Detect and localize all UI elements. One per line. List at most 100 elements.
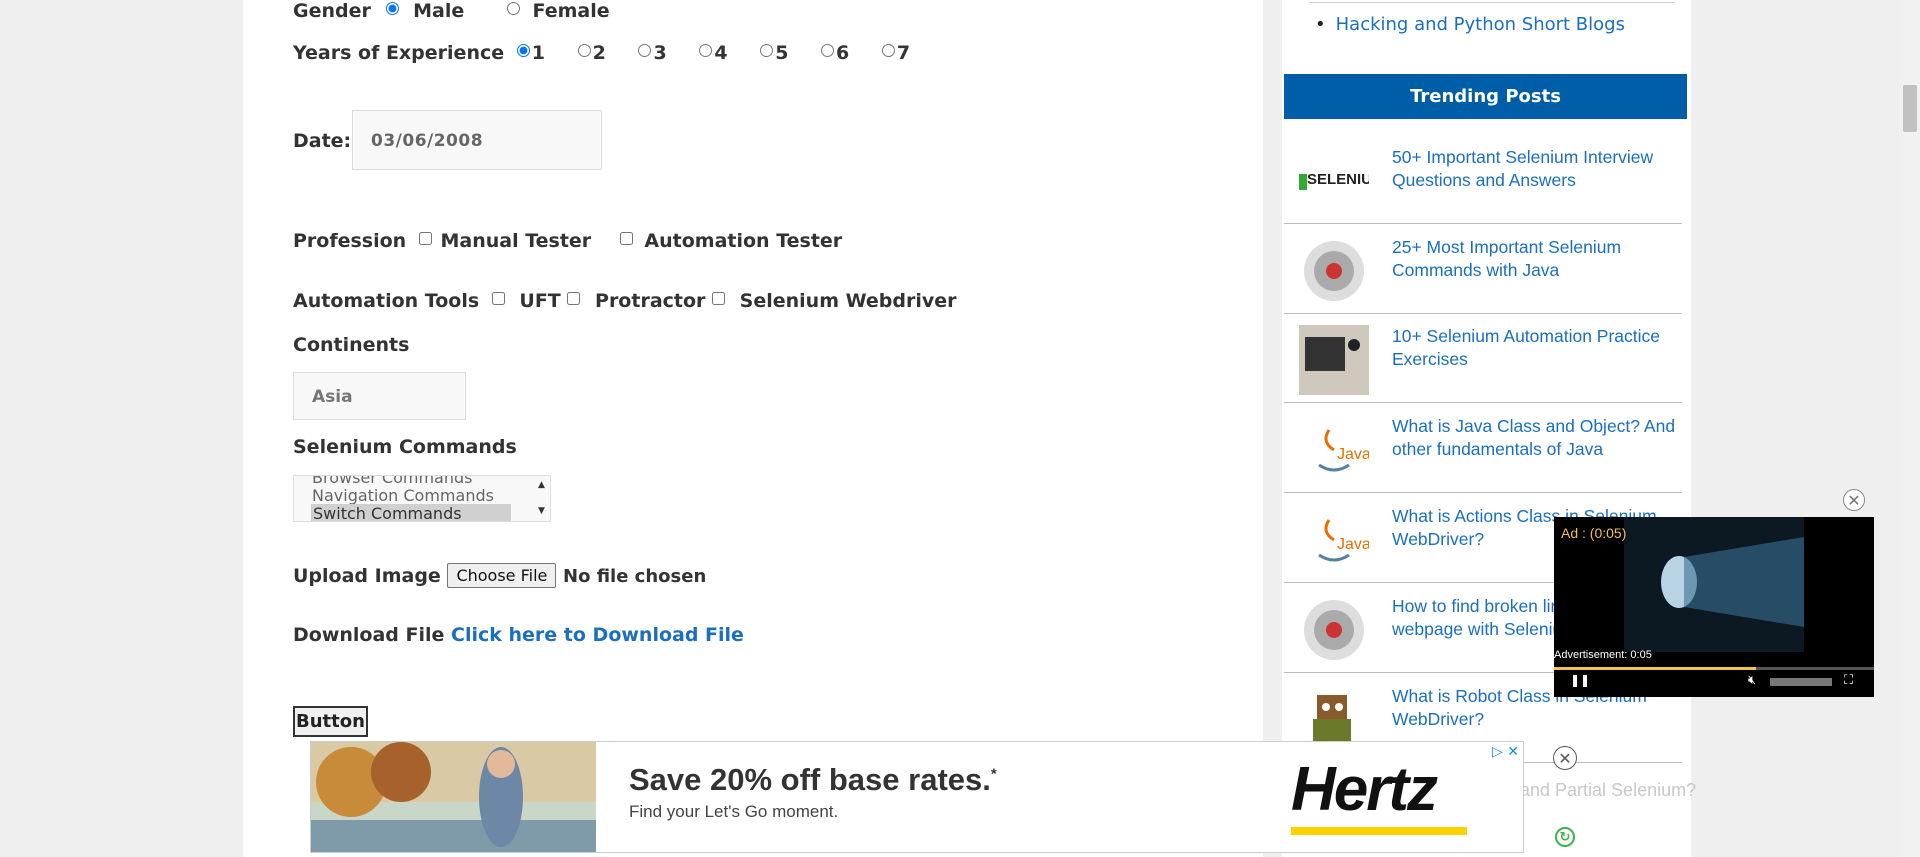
java-thumb[interactable]: Java [1299,415,1371,485]
listbox-option-selected[interactable]: Switch Commands [311,504,511,521]
selenium-commands-label: Selenium Commands [293,436,517,458]
svg-text:SELENIU: SELENIU [1307,171,1369,188]
hertz-logo-bar [1291,827,1467,835]
selenium-logo-thumb[interactable]: SELENIU [1299,146,1372,216]
uft-checkbox[interactable] [491,292,505,305]
selenium-webdriver-label: Selenium Webdriver [739,290,957,312]
video-progress-fill [1554,667,1756,670]
volume-slider[interactable] [1770,678,1832,686]
scroll-down-arrow-icon[interactable]: ▼ [538,506,545,516]
page-scrollbar[interactable] [1900,0,1920,857]
form-button[interactable]: Button [293,706,368,737]
automation-tools-label: Automation Tools [293,290,480,312]
manual-tester-label: Manual Tester [440,230,592,252]
gender-female-radio[interactable] [506,2,520,15]
experience-option-7: 7 [896,42,911,64]
protractor-checkbox[interactable] [567,292,581,305]
experience-radio-6[interactable] [821,44,835,57]
video-progress-bar[interactable] [1554,667,1874,670]
automation-tools-row: Automation Tools UFT Protractor Selenium… [293,290,957,312]
experience-option-5: 5 [775,42,789,64]
file-status: No file chosen [563,566,707,587]
pause-icon[interactable]: ❚❚ [1570,673,1590,687]
sidebar-top-link-item: • Hacking and Python Short Blogs [1315,14,1625,35]
fullscreen-icon[interactable]: ⛶ [1844,673,1853,688]
ad-headline-asterisk: * [990,765,997,783]
date-label: Date: [293,130,352,152]
upload-label: Upload Image [293,565,441,587]
uft-label: UFT [519,290,561,312]
experience-radio-5[interactable] [760,44,774,57]
upload-row: Upload Image Choose File No file chosen [293,563,706,588]
gender-female-label: Female [532,0,610,22]
download-row: Download File Click here to Download Fil… [293,624,744,646]
svg-text:Java: Java [1337,446,1369,463]
continents-select[interactable]: Asia [293,372,466,420]
video-ad[interactable]: Ad : (0:05) Advertisement: 0:05 ❚❚ 🔇︎ ⛶ [1554,517,1874,697]
sidebar-divider [1310,2,1674,3]
profession-row: Profession Manual Tester Automation Test… [293,230,842,252]
hertz-logo: Hertz [1291,755,1438,824]
experience-option-6: 6 [836,42,850,64]
video-ad-close-icon[interactable]: ✕ [1843,489,1865,511]
mute-icon[interactable]: 🔇︎ [1748,673,1756,688]
experience-row: Years of Experience 1 2 3 4 5 6 7 [293,42,910,64]
continents-label: Continents [293,334,410,356]
ad-photo [311,742,596,852]
trending-post-title[interactable]: What is Java Class and Object? And other… [1392,415,1684,461]
trending-post[interactable]: 25+ Most Important Selenium Commands wit… [1284,224,1682,314]
ghost-post-text: and Partial Selenium? [1520,780,1697,800]
adchoices-icon[interactable]: ▷ ✕ [1492,744,1519,760]
choose-file-button[interactable]: Choose File [447,563,557,588]
trending-post-title[interactable]: 25+ Most Important Selenium Commands wit… [1392,236,1684,282]
video-frame [1624,517,1804,652]
gender-label: Gender [293,0,371,22]
ad-headline: Save 20% off base rates.* [629,762,997,798]
gear-thumb[interactable] [1299,595,1369,665]
automation-tester-label: Automation Tester [644,230,843,252]
experience-radio-2[interactable] [577,44,591,57]
gender-male-radio[interactable] [385,2,399,15]
experience-option-1: 1 [531,42,545,64]
trending-post-title[interactable]: 10+ Selenium Automation Practice Exercis… [1392,325,1684,371]
trending-post[interactable]: 10+ Selenium Automation Practice Exercis… [1284,313,1682,403]
bottom-ad-close-icon[interactable]: ✕ [1553,746,1577,770]
sidebar-top-link[interactable]: Hacking and Python Short Blogs [1336,14,1625,35]
selenium-commands-listbox[interactable]: Browser Commands Navigation Commands Swi… [293,475,551,522]
selenium-webdriver-checkbox[interactable] [712,292,726,305]
download-label: Download File [293,624,445,646]
manual-tester-checkbox[interactable] [418,232,432,245]
trending-post[interactable]: SELENIU 50+ Important Selenium Interview … [1284,134,1682,224]
listbox-option[interactable]: Navigation Commands [312,486,494,505]
hertz-banner-ad[interactable]: Save 20% off base rates.* Find your Let'… [310,741,1524,853]
experience-label: Years of Experience [293,42,505,64]
trending-posts-header: Trending Posts [1284,74,1687,119]
gender-row: Gender Male Female [293,0,610,22]
trending-post-title[interactable]: 50+ Important Selenium Interview Questio… [1392,146,1684,192]
gear-thumb[interactable] [1299,236,1369,306]
scroll-up-arrow-icon[interactable]: ▲ [538,480,545,490]
ad-headline-text: Save 20% off base rates. [629,762,991,797]
experience-option-3: 3 [653,42,667,64]
experience-radio-3[interactable] [638,44,652,57]
experience-radio-1[interactable] [516,44,530,57]
video-ad-countdown: Advertisement: 0:05 [1554,649,1652,661]
selenium-java-thumb[interactable]: Java [1299,505,1371,575]
experience-radio-7[interactable] [881,44,895,57]
profession-label: Profession [293,230,407,252]
experience-radio-4[interactable] [699,44,713,57]
trending-post[interactable]: Java What is Java Class and Object? And o… [1284,403,1682,493]
svg-text:Java: Java [1337,536,1369,553]
video-ad-label: Ad : (0:05) [1561,525,1627,541]
automation-tester-checkbox[interactable] [619,232,633,245]
green-check-icon[interactable]: ↻ [1555,827,1575,847]
scrollbar-thumb[interactable] [1903,85,1917,132]
laptop-thumb[interactable] [1299,325,1369,395]
download-link[interactable]: Click here to Download File [451,624,744,646]
experience-option-2: 2 [592,42,606,64]
protractor-label: Protractor [595,290,706,312]
experience-option-4: 4 [714,42,728,64]
date-input[interactable]: 03/06/2008 [352,110,602,170]
listbox-scrollbar[interactable]: ▲ ▼ [534,476,550,521]
gender-male-label: Male [413,0,465,22]
